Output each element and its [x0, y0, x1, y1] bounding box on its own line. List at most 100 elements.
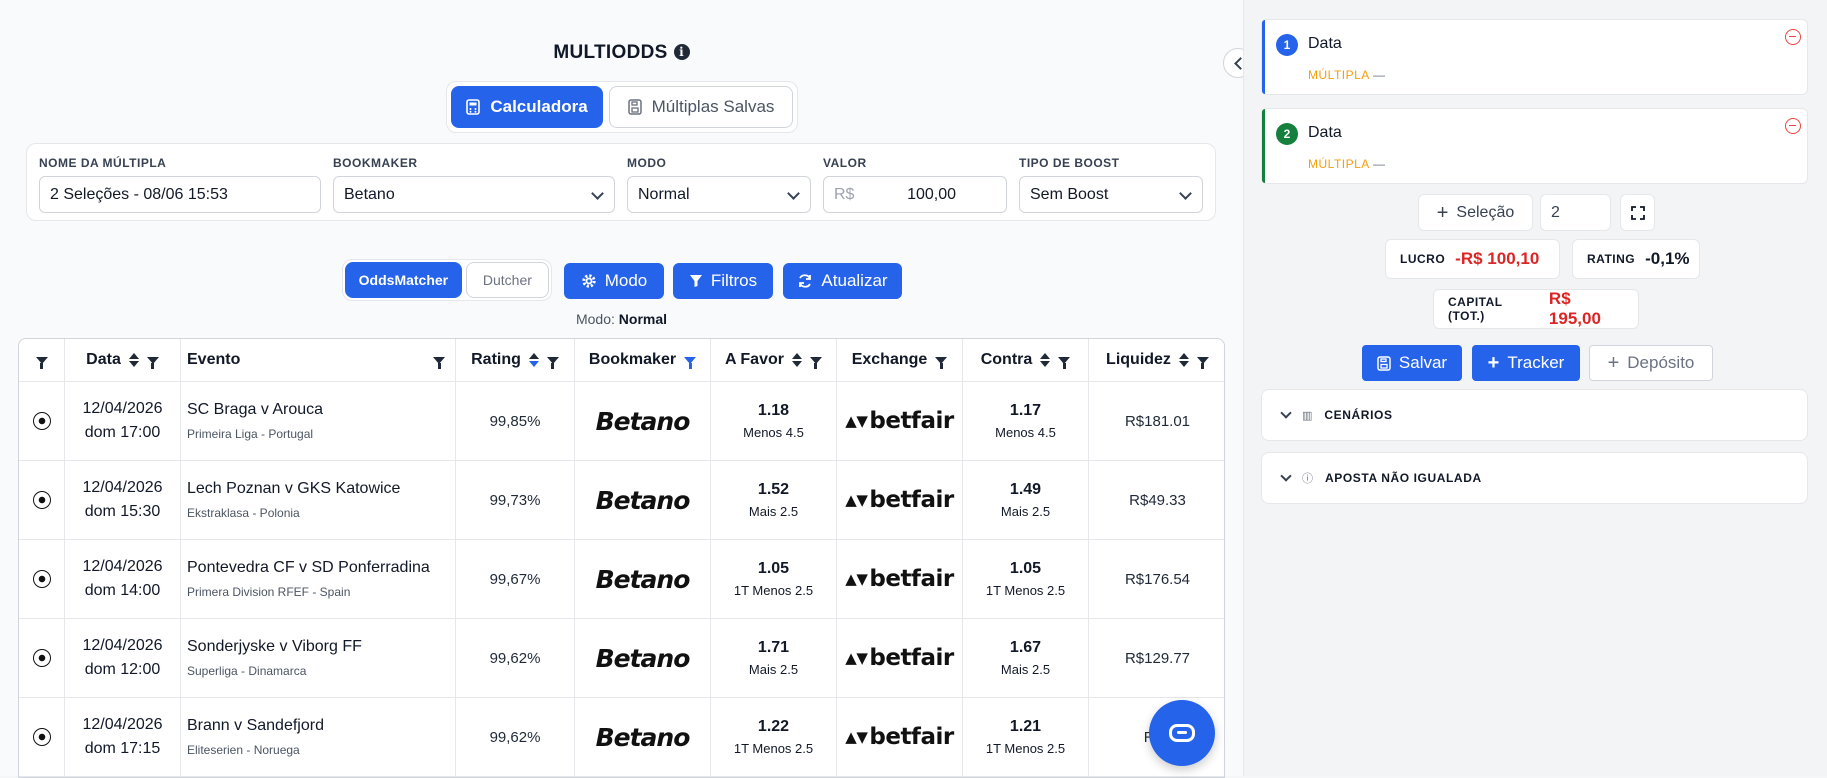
add-selection-button[interactable]: + Seleção: [1418, 194, 1533, 231]
atualizar-label: Atualizar: [821, 271, 888, 290]
cell-bookmaker[interactable]: Betano: [575, 619, 711, 697]
betano-logo: Betano: [595, 643, 691, 673]
refresh-icon: [799, 274, 812, 288]
filter-icon[interactable]: [809, 356, 822, 369]
name-field-group: NOME DA MÚLTIPLA 2 Seleções - 08/06 15:5…: [39, 156, 321, 213]
cell-afavor[interactable]: 1.05 1T Menos 2.5: [711, 540, 837, 618]
tracker-label: Tracker: [1507, 353, 1565, 372]
remove-icon[interactable]: [1785, 29, 1801, 45]
back-odd: 1.18: [757, 402, 790, 419]
mode-select[interactable]: Normal: [627, 176, 811, 213]
col-evento[interactable]: Evento: [181, 339, 456, 381]
col-exchange[interactable]: Exchange: [837, 339, 963, 381]
col-data[interactable]: Data: [65, 339, 181, 381]
col-rating[interactable]: Rating: [456, 339, 575, 381]
boost-select[interactable]: Sem Boost: [1019, 176, 1203, 213]
cell-afavor[interactable]: 1.52 Mais 2.5: [711, 461, 837, 539]
cell-bookmaker[interactable]: Betano: [575, 461, 711, 539]
cell-contra[interactable]: 1.05 1T Menos 2.5: [963, 540, 1089, 618]
col-label: Exchange: [851, 351, 928, 368]
cell-liquidez: R$129.77: [1089, 619, 1224, 697]
chat-button[interactable]: [1149, 700, 1215, 766]
save-icon: [627, 99, 642, 115]
sort-icon[interactable]: [791, 353, 802, 367]
boost-value: Sem Boost: [1030, 185, 1109, 203]
remove-icon[interactable]: [1785, 118, 1801, 134]
aposta-title: APOSTA NÃO IGUALADA: [1325, 471, 1482, 485]
capital-stat: CAPITAL (TOT.) R$ 195,00: [1433, 289, 1639, 329]
fullscreen-button[interactable]: [1620, 194, 1655, 231]
filter-icon[interactable]: [433, 356, 445, 369]
betano-logo: Betano: [595, 485, 691, 515]
exchange-name: betfair: [869, 645, 954, 671]
cell-bookmaker[interactable]: Betano: [575, 540, 711, 618]
exchange-name: betfair: [869, 724, 954, 750]
betfair-logo: ▲▼ betfair: [845, 566, 954, 592]
table-row[interactable]: 12/04/2026 dom 17:15 Brann v Sandefjord Eli…: [19, 698, 1224, 777]
sort-icon[interactable]: [528, 353, 539, 367]
deposito-label: Depósito: [1627, 353, 1695, 372]
col-bookmaker[interactable]: Bookmaker: [575, 339, 711, 381]
oddsmatcher-toggle[interactable]: OddsMatcher: [345, 262, 462, 298]
sort-icon[interactable]: [128, 353, 139, 367]
tab-calculadora[interactable]: Calculadora: [451, 86, 603, 128]
atualizar-button[interactable]: Atualizar: [783, 263, 902, 299]
cell-exchange[interactable]: ▲▼ betfair: [837, 540, 963, 618]
cell-contra[interactable]: 1.49 Mais 2.5: [963, 461, 1089, 539]
filtros-button[interactable]: Filtros: [673, 263, 773, 299]
sort-icon[interactable]: [1178, 353, 1189, 367]
cell-exchange[interactable]: ▲▼ betfair: [837, 461, 963, 539]
cell-exchange[interactable]: ▲▼ betfair: [837, 382, 963, 460]
modo-button[interactable]: Modo: [564, 263, 664, 299]
event-datetime: 12/04/2026 dom 17:00: [82, 397, 162, 445]
cell-liquidez: R$49.33: [1089, 461, 1224, 539]
chart-icon: ▥: [1302, 409, 1313, 422]
soccer-ball-icon: [32, 649, 51, 667]
info-icon[interactable]: i: [673, 44, 690, 60]
cell-contra[interactable]: 1.17 Menos 4.5: [963, 382, 1089, 460]
filter-icon[interactable]: [146, 356, 159, 369]
col-sport[interactable]: [19, 339, 65, 381]
table-row[interactable]: 12/04/2026 dom 15:30 Lech Poznan v GKS Kat…: [19, 461, 1224, 540]
filter-icon[interactable]: [684, 356, 697, 369]
cell-bookmaker[interactable]: Betano: [575, 382, 711, 460]
cell-liquidez: R$181.01: [1089, 382, 1224, 460]
cenarios-accordion[interactable]: ▥ CENÁRIOS: [1261, 389, 1808, 441]
name-input[interactable]: 2 Seleções - 08/06 15:53: [39, 176, 321, 213]
selection-count-input[interactable]: 2: [1540, 194, 1611, 231]
table-row[interactable]: 12/04/2026 dom 17:00 SC Braga v Arouca Prim…: [19, 382, 1224, 461]
selection-card[interactable]: 2 Data MÚLTIPLA —: [1261, 108, 1808, 184]
tracker-button[interactable]: + Tracker: [1472, 345, 1580, 381]
cell-afavor[interactable]: 1.18 Menos 4.5: [711, 382, 837, 460]
lay-odd: 1.67: [1009, 639, 1042, 656]
salvar-button[interactable]: Salvar: [1362, 345, 1462, 381]
cell-contra[interactable]: 1.67 Mais 2.5: [963, 619, 1089, 697]
sort-icon[interactable]: [1040, 353, 1051, 367]
cell-contra[interactable]: 1.21 1T Menos 2.5: [963, 698, 1089, 776]
selection-type-value: —: [1372, 68, 1386, 82]
deposito-button[interactable]: + Depósito: [1589, 345, 1713, 381]
tab-multiplas-salvas[interactable]: Múltiplas Salvas: [609, 86, 793, 128]
cell-exchange[interactable]: ▲▼ betfair: [837, 698, 963, 776]
col-contra[interactable]: Contra: [963, 339, 1089, 381]
boost-field-group: TIPO DE BOOST Sem Boost: [1019, 156, 1203, 213]
cell-bookmaker[interactable]: Betano: [575, 698, 711, 776]
cell-afavor[interactable]: 1.22 1T Menos 2.5: [711, 698, 837, 776]
dutcher-toggle[interactable]: Dutcher: [465, 262, 549, 298]
filter-icon[interactable]: [35, 356, 48, 369]
selection-card[interactable]: 1 Data MÚLTIPLA —: [1261, 19, 1808, 95]
table-row[interactable]: 12/04/2026 dom 14:00 Pontevedra CF v SD Po…: [19, 540, 1224, 619]
filter-icon[interactable]: [1058, 356, 1071, 369]
bookmaker-select[interactable]: Betano: [333, 176, 615, 213]
col-afavor[interactable]: A Favor: [711, 339, 837, 381]
col-liquidez[interactable]: Liquidez: [1089, 339, 1224, 381]
filter-icon[interactable]: [935, 356, 948, 369]
cell-exchange[interactable]: ▲▼ betfair: [837, 619, 963, 697]
aposta-accordion[interactable]: ⓘ APOSTA NÃO IGUALADA: [1261, 452, 1808, 504]
selection-accent-bar: [1262, 20, 1265, 94]
value-input[interactable]: R$ 100,00: [823, 176, 1007, 213]
table-row[interactable]: 12/04/2026 dom 12:00 Sonderjyske v Viborg …: [19, 619, 1224, 698]
filter-icon[interactable]: [546, 356, 559, 369]
filter-icon[interactable]: [1196, 356, 1209, 369]
cell-afavor[interactable]: 1.71 Mais 2.5: [711, 619, 837, 697]
